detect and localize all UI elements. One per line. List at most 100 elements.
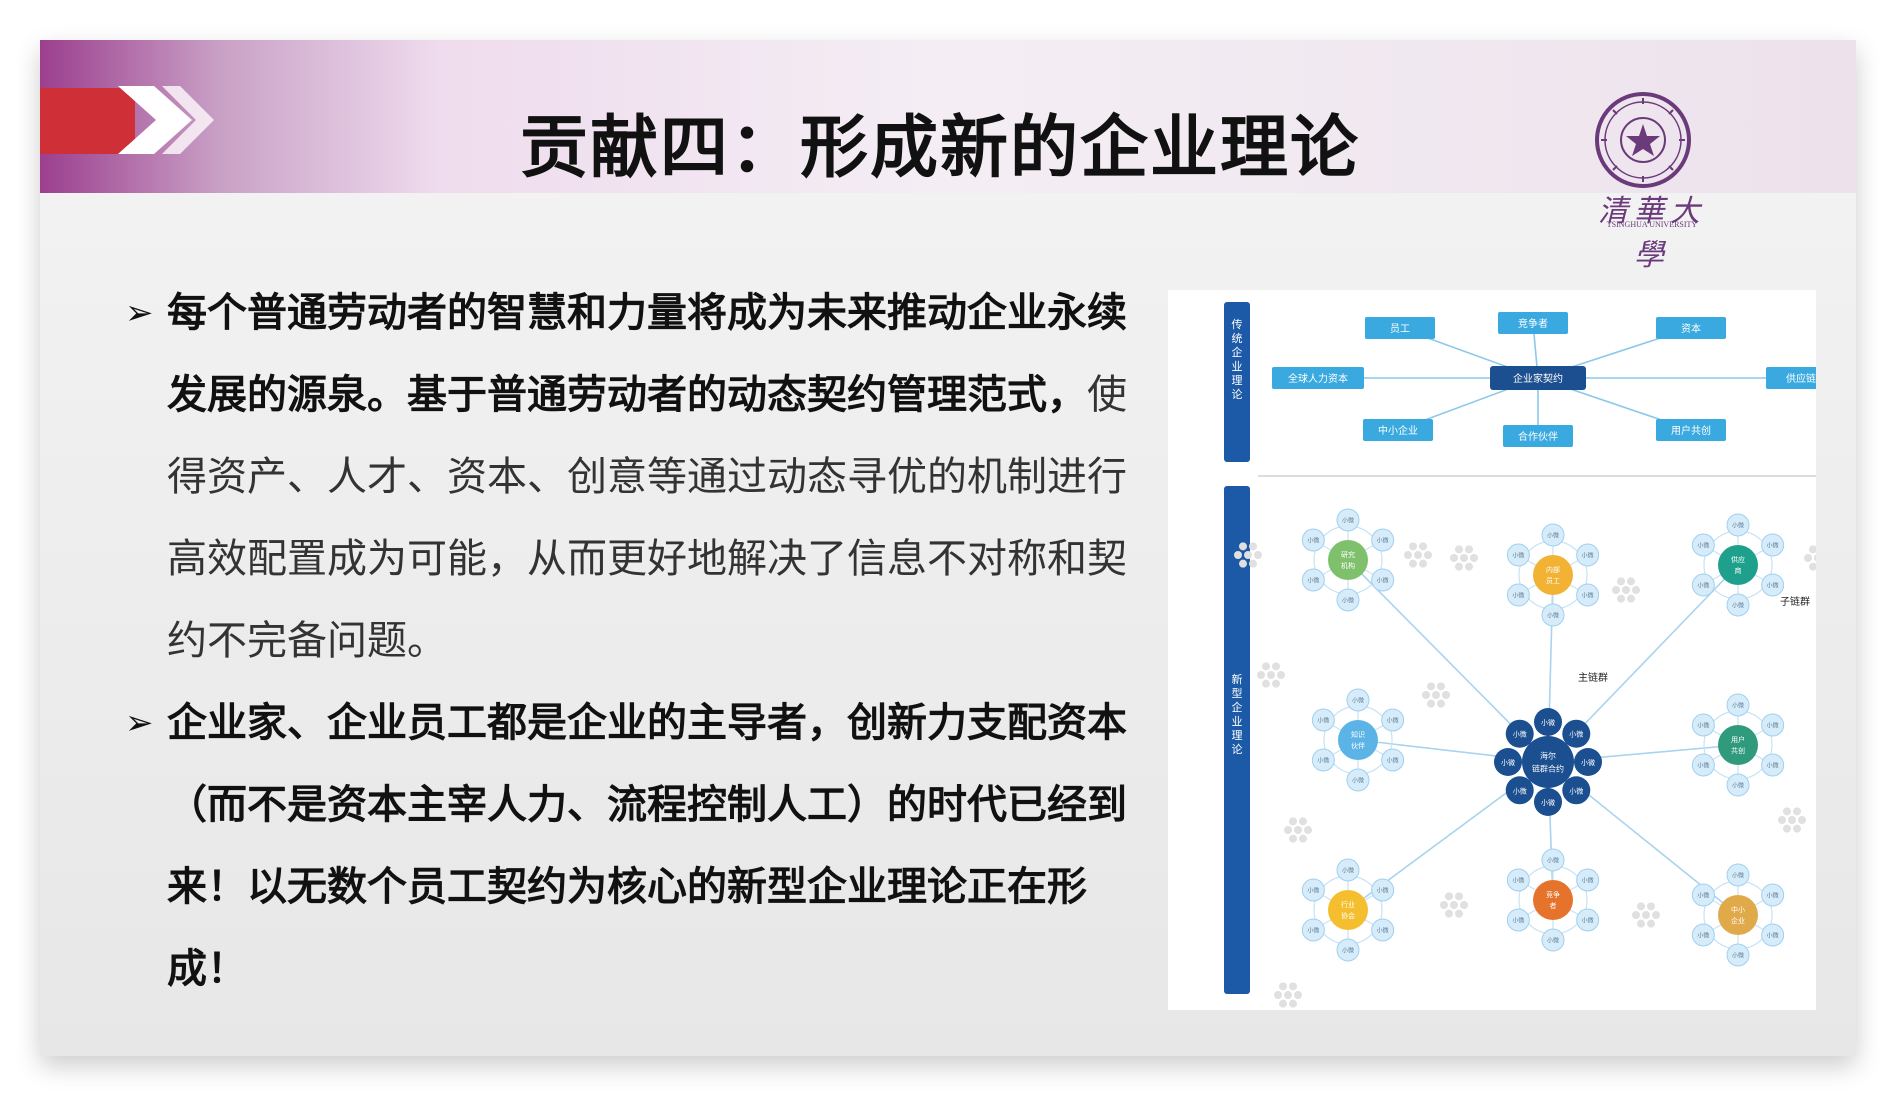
bullet-arrow-icon: ➢ xyxy=(125,703,154,743)
gear-dot xyxy=(1299,834,1307,843)
trad-node-label: 员工 xyxy=(1390,323,1410,335)
cluster-center-label-1: 中小 xyxy=(1731,905,1745,914)
gear-dot xyxy=(1793,824,1801,833)
cluster-ring-label: 小微 xyxy=(1352,777,1364,785)
gear-dot xyxy=(1257,671,1265,679)
gear-dot xyxy=(1455,909,1463,918)
bullet-2: ➢ 企业家、企业员工都是企业的主导者，创新力支配资本（而不是资本主宰人力、流程控… xyxy=(125,682,1145,1010)
hub-ring-label: 小微 xyxy=(1513,786,1527,795)
cluster-center-label-1: 知识 xyxy=(1351,730,1365,739)
gear-dot xyxy=(1652,911,1660,919)
cluster-center-node xyxy=(1718,725,1758,765)
main-cluster-label: 主链群 xyxy=(1578,671,1608,684)
cluster-ring-label: 小微 xyxy=(1697,762,1709,770)
gear-dot xyxy=(1460,901,1468,909)
gear-dot xyxy=(1244,551,1252,559)
cluster-ring-label: 小微 xyxy=(1377,927,1389,935)
cluster-center-label-2: 企业 xyxy=(1731,916,1745,925)
cluster-center-label-2: 共创 xyxy=(1731,746,1745,755)
cluster-center-node xyxy=(1338,720,1378,760)
cluster-ring-label: 小微 xyxy=(1377,577,1389,585)
cluster-ring-label: 小微 xyxy=(1582,552,1594,560)
trad-node-label: 中小企业 xyxy=(1378,424,1418,437)
gear-dot xyxy=(1289,834,1297,843)
gear-dot xyxy=(1267,671,1275,679)
gear-dot xyxy=(1249,559,1257,568)
cluster-ring-label: 小微 xyxy=(1317,717,1329,725)
cluster-ring-label: 小微 xyxy=(1767,932,1779,940)
cluster-ring-label: 小微 xyxy=(1307,537,1319,545)
cluster-ring-label: 小微 xyxy=(1512,552,1524,560)
cluster-center-node xyxy=(1328,890,1368,930)
bullet-1: ➢ 每个普通劳动者的智慧和力量将成为未来推动企业永续发展的源泉。基于普通劳动者的… xyxy=(125,272,1145,682)
cluster-ring-label: 小微 xyxy=(1767,542,1779,550)
cluster-center-node xyxy=(1718,895,1758,935)
cluster-ring-label: 小微 xyxy=(1767,892,1779,900)
section-label-traditional-char: 传 xyxy=(1232,318,1243,331)
gear-dot xyxy=(1294,991,1302,999)
gear-dot xyxy=(1262,662,1270,671)
slide-title: 贡献四：形成新的企业理论 xyxy=(520,109,1361,188)
cluster-center-label-2: 商 xyxy=(1735,566,1742,575)
gear-dot xyxy=(1809,562,1817,571)
chevron-icon xyxy=(118,86,214,154)
cluster-ring-label: 小微 xyxy=(1342,867,1354,875)
gear-dot xyxy=(1294,826,1302,834)
cluster-ring-label: 小微 xyxy=(1732,952,1744,960)
cluster-center-label-1: 供应 xyxy=(1731,555,1745,564)
cluster-center-node xyxy=(1533,880,1573,920)
gear-dot xyxy=(1432,691,1440,699)
cluster-ring-label: 小微 xyxy=(1547,612,1559,620)
section-label-new-char: 新 xyxy=(1232,672,1243,686)
gear-dot xyxy=(1445,909,1453,918)
gear-dot xyxy=(1637,902,1645,911)
gear-dot xyxy=(1424,551,1432,559)
cluster-ring-label: 小微 xyxy=(1342,517,1354,525)
cluster-ring-label: 小微 xyxy=(1342,947,1354,955)
gear-dot xyxy=(1249,542,1257,551)
gear-dot xyxy=(1284,826,1292,834)
gear-dot xyxy=(1814,554,1822,562)
cluster-ring-label: 小微 xyxy=(1697,582,1709,590)
gear-dot xyxy=(1465,562,1473,571)
gear-dot xyxy=(1404,551,1412,559)
cluster-ring-label: 小微 xyxy=(1732,782,1744,790)
cluster-ring-label: 小微 xyxy=(1377,537,1389,545)
gear-dot xyxy=(1299,817,1307,826)
hub-ring-label: 小微 xyxy=(1581,758,1595,767)
gear-dot xyxy=(1422,691,1430,699)
section-label-traditional-char: 业 xyxy=(1232,360,1243,373)
cluster-ring-label: 小微 xyxy=(1697,932,1709,940)
gear-dot xyxy=(1783,807,1791,816)
gear-dot xyxy=(1239,559,1247,568)
cluster-ring-label: 小微 xyxy=(1352,697,1364,705)
hub-ring-label: 小微 xyxy=(1513,730,1527,739)
gear-dot xyxy=(1254,551,1262,559)
gear-dot xyxy=(1632,911,1640,919)
gear-dot xyxy=(1437,699,1445,708)
gear-dot xyxy=(1460,554,1468,562)
gear-dot xyxy=(1455,562,1463,571)
cluster-center-label-2: 机构 xyxy=(1341,561,1355,570)
gear-dot xyxy=(1455,892,1463,901)
gear-dot xyxy=(1445,892,1453,901)
trad-node-label: 合作伙伴 xyxy=(1518,430,1558,443)
trad-node-label: 供应链 xyxy=(1786,372,1816,385)
gear-dot xyxy=(1809,545,1817,554)
cluster-ring-label: 小微 xyxy=(1512,592,1524,600)
gear-dot xyxy=(1304,826,1312,834)
hub-ring-label: 小微 xyxy=(1569,730,1583,739)
bullet-list: ➢ 每个普通劳动者的智慧和力量将成为未来推动企业永续发展的源泉。基于普通劳动者的… xyxy=(125,272,1145,1010)
hub-ring-label: 小微 xyxy=(1541,718,1555,727)
gear-dot xyxy=(1804,554,1812,562)
cluster-ring-label: 小微 xyxy=(1732,602,1744,610)
hub-ring-label: 小微 xyxy=(1569,786,1583,795)
gear-dot xyxy=(1442,691,1450,699)
gear-dot xyxy=(1627,594,1635,603)
cluster-ring-label: 小微 xyxy=(1697,542,1709,550)
section-label-new-char: 企 xyxy=(1232,700,1243,714)
cluster-ring-label: 小微 xyxy=(1767,582,1779,590)
gear-dot xyxy=(1289,817,1297,826)
cluster-ring-label: 小微 xyxy=(1547,857,1559,865)
cluster-ring-label: 小微 xyxy=(1377,887,1389,895)
